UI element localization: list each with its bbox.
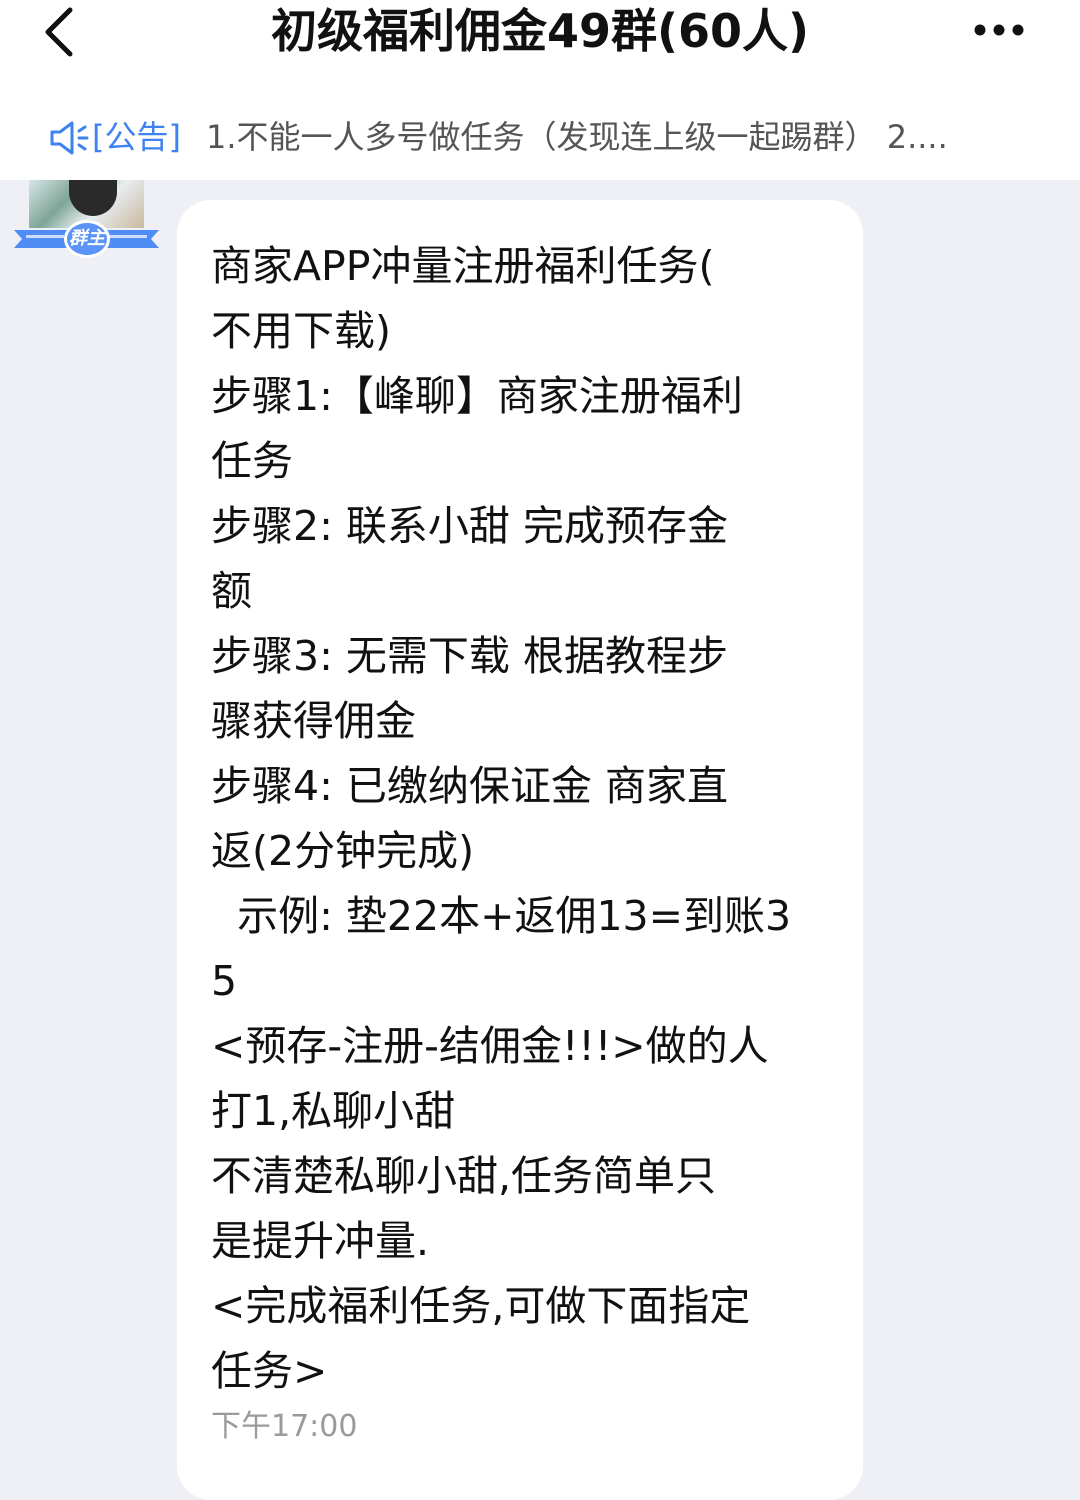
owner-badge-label: 群主 [64,220,110,258]
more-button[interactable] [968,14,1030,46]
avatar-photo [69,180,117,216]
message-timestamp: 下午17:00 [211,1409,358,1444]
message-bubble[interactable]: 商家APP冲量注册福利任务( 不用下载) 步骤1:【峰聊】商家注册福利 任务 步… [177,200,863,1500]
chevron-left-icon [45,7,73,57]
chat-header: 初级福利佣金49群(60人) [公告] 1.不能一人多号做任务（发现连上级一起踢… [0,0,1080,180]
announcement-text: 1.不能一人多号做任务（发现连上级一起踢群） 2.... [206,118,948,156]
announcement-bar[interactable]: [公告] 1.不能一人多号做任务（发现连上级一起踢群） 2.... [0,104,1080,170]
group-owner-badge: 群主 [14,220,159,262]
megaphone-icon [48,118,90,158]
announcement-tag: [公告] [92,118,181,156]
more-horizontal-icon [974,24,1024,36]
message-text: 商家APP冲量注册福利任务( 不用下载) 步骤1:【峰聊】商家注册福利 任务 步… [211,242,792,1395]
page-title: 初级福利佣金49群(60人) [270,4,810,58]
back-button[interactable] [36,4,86,60]
